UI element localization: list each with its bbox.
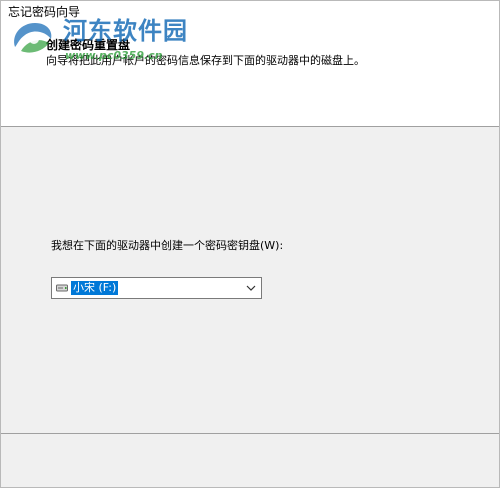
window-title: 忘记密码向导 bbox=[8, 5, 81, 19]
title-bar[interactable]: 忘记密码向导 bbox=[1, 1, 499, 23]
header-description: 向导将把此用户帐户的密码信息保存到下面的驱动器中的磁盘上。 bbox=[46, 54, 365, 67]
header-divider bbox=[1, 126, 499, 127]
header-title: 创建密码重置盘 bbox=[46, 38, 131, 52]
wizard-header: 创建密码重置盘 向导将把此用户帐户的密码信息保存到下面的驱动器中的磁盘上。 bbox=[1, 23, 499, 126]
footer-divider bbox=[1, 433, 499, 434]
chevron-down-icon[interactable] bbox=[246, 284, 256, 292]
drive-dropdown[interactable]: 小宋 (F:) bbox=[51, 277, 262, 299]
drive-select-label: 我想在下面的驱动器中创建一个密码密钥盘(W): bbox=[51, 239, 284, 252]
drive-selected-value: 小宋 (F:) bbox=[71, 281, 119, 295]
drive-icon bbox=[56, 284, 68, 292]
wizard-window: 忘记密码向导 创建密码重置盘 向导将把此用户帐户的密码信息保存到下面的驱动器中的… bbox=[0, 0, 500, 488]
